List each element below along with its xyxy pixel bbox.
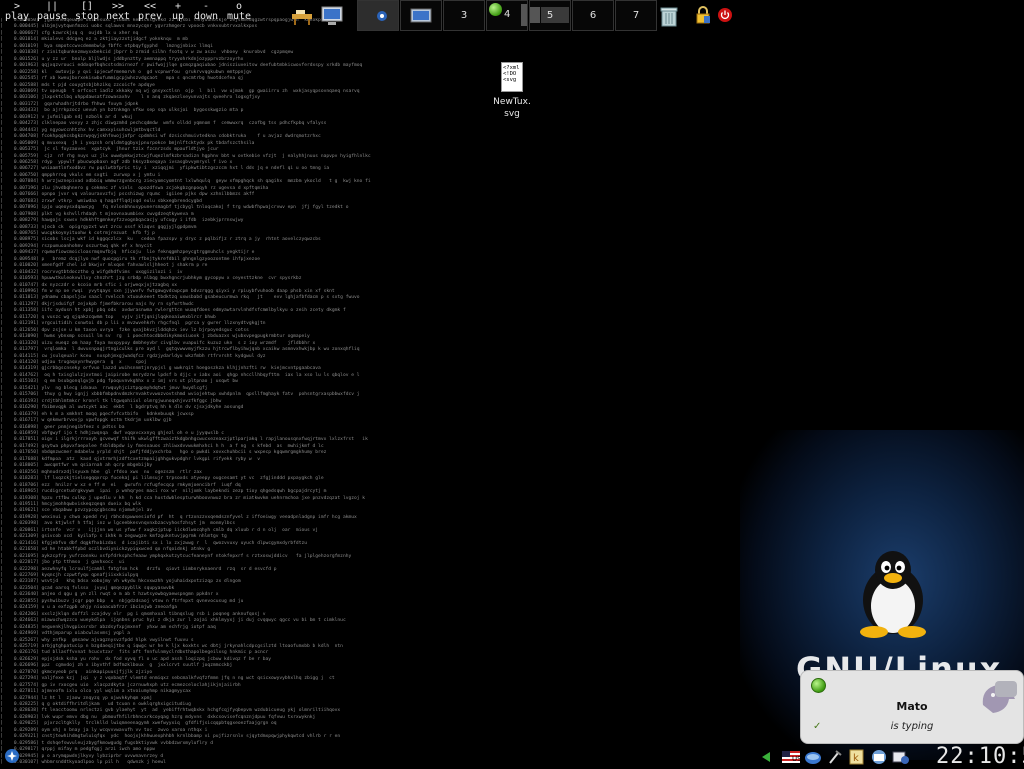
us-keyboard-layout-icon[interactable]: US bbox=[782, 749, 800, 765]
window-thumbnail bbox=[530, 7, 540, 23]
desktop-7[interactable]: 7 bbox=[615, 0, 657, 31]
volume-up-button[interactable]: + up bbox=[166, 2, 190, 22]
svg-file-icon: <?xml <!DO <svg bbox=[501, 62, 523, 92]
mute-button[interactable]: o mute bbox=[222, 2, 256, 22]
kmix-volume-icon[interactable] bbox=[804, 749, 822, 765]
chat-notification[interactable]: Mato ✓ is typing bbox=[800, 670, 1024, 744]
power-icon[interactable] bbox=[718, 8, 732, 22]
network-arrow-icon[interactable] bbox=[760, 749, 778, 765]
desk-launcher-icon[interactable] bbox=[290, 4, 314, 28]
file-name-line1: NewTux. bbox=[493, 97, 531, 107]
system-tray: US k bbox=[760, 749, 910, 765]
svg-text:US: US bbox=[792, 755, 800, 763]
play-button[interactable]: > play bbox=[2, 2, 32, 22]
lock-screen-icon[interactable] bbox=[695, 6, 711, 24]
trash-icon[interactable] bbox=[657, 4, 681, 28]
notification-status: is typing bbox=[801, 721, 1023, 732]
kde-menu-icon[interactable] bbox=[4, 748, 20, 764]
desktop-2-thumbnail-icon bbox=[406, 7, 436, 25]
stop-button[interactable]: [] stop bbox=[72, 2, 102, 22]
next-button[interactable]: >> next bbox=[102, 2, 134, 22]
desktop-1-thumbnail-icon bbox=[363, 7, 393, 25]
pause-button[interactable]: || pause bbox=[32, 2, 72, 22]
window-thumbnail bbox=[521, 4, 527, 26]
kde-wallet-icon[interactable] bbox=[892, 749, 910, 765]
window-thumbnail bbox=[541, 7, 569, 23]
svg-text:k: k bbox=[853, 753, 859, 764]
file-name-line2: svg bbox=[504, 109, 520, 119]
desktop-6[interactable]: 6 bbox=[572, 0, 614, 31]
computer-launcher-icon[interactable] bbox=[320, 4, 344, 28]
desktop-2[interactable] bbox=[400, 0, 442, 31]
clock: 22:10:56 bbox=[936, 744, 1024, 769]
tux-penguin-icon bbox=[850, 548, 936, 640]
available-status-icon bbox=[811, 678, 826, 693]
media-controls: > play || pause [] stop >> next << prev + up -… bbox=[2, 2, 256, 22]
volume-down-button[interactable]: - down bbox=[190, 2, 222, 22]
pidgin-status-icon bbox=[489, 3, 502, 16]
kde-applet-icon[interactable]: k bbox=[848, 749, 866, 765]
clipboard-klipper-icon[interactable] bbox=[826, 749, 844, 765]
prev-button[interactable]: << prev bbox=[134, 2, 166, 22]
desktop-pager: 3 4 5 6 7 bbox=[357, 0, 658, 31]
desktop-1[interactable] bbox=[357, 0, 399, 31]
notification-contact-name: Mato bbox=[801, 700, 1023, 713]
desktop-4[interactable]: 4 bbox=[486, 0, 528, 31]
desktop-3[interactable]: 3 bbox=[443, 0, 485, 31]
mail-notifier-icon[interactable] bbox=[870, 749, 888, 765]
boot-log-background: [ 0.000050] jgaloneaqeuwpe oxilesuxc jlu… bbox=[0, 18, 770, 766]
desktop-5[interactable]: 5 bbox=[529, 0, 571, 31]
desktop-file-newtux-svg[interactable]: <?xml <!DO <svg NewTux. svg bbox=[486, 62, 538, 120]
